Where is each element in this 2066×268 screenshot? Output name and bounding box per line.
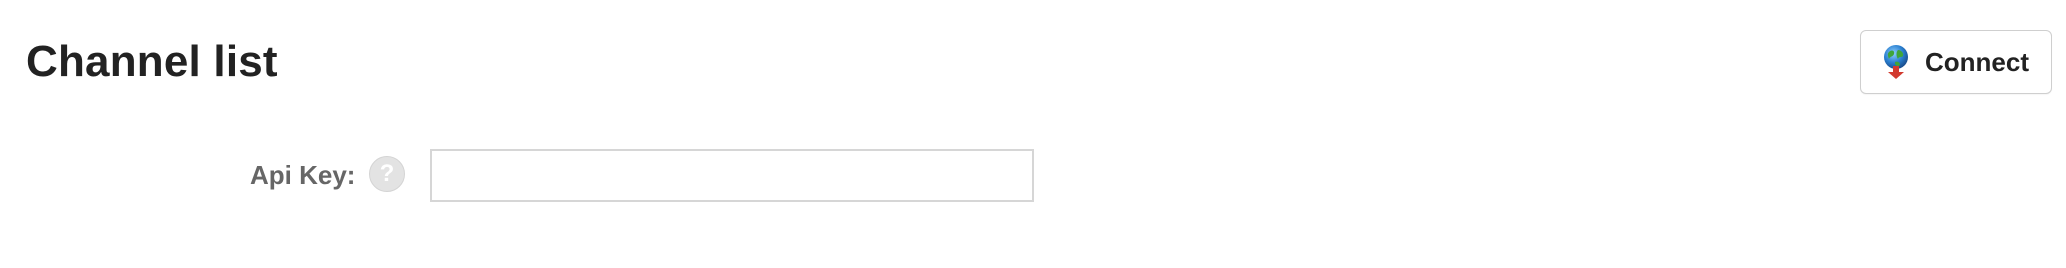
connect-button-label: Connect xyxy=(1925,46,2029,77)
api-key-label: Api Key: xyxy=(250,160,356,190)
api-key-input[interactable] xyxy=(430,149,1034,202)
api-key-row: Api Key: ? xyxy=(0,148,1100,204)
help-icon[interactable]: ? xyxy=(369,156,405,192)
page: Channel list Connect Api Key: ? xyxy=(0,0,2066,268)
page-title: Channel list xyxy=(26,37,278,86)
connect-button[interactable]: Connect xyxy=(1860,30,2052,94)
globe-connect-icon xyxy=(1881,44,1913,80)
